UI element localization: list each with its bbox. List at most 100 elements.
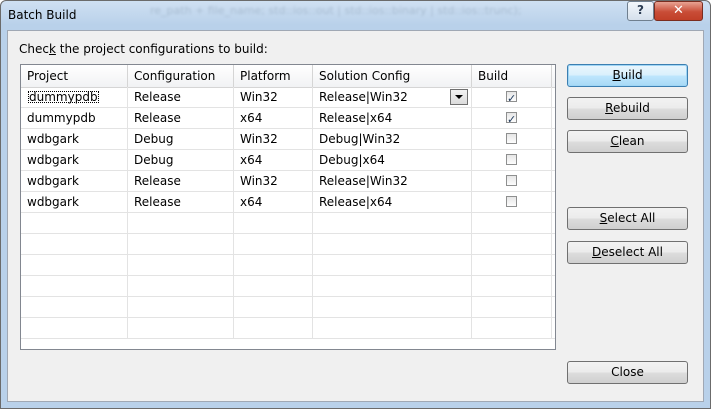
cell-build — [472, 129, 552, 150]
cell-project[interactable]: wdbgark — [21, 150, 128, 171]
cell-build — [472, 213, 552, 234]
solution-config-dropdown-arrow[interactable] — [450, 89, 468, 105]
empty-cell — [128, 318, 234, 339]
cell-project[interactable]: wdbgark — [21, 192, 128, 213]
table-row[interactable]: dummypdb Release x64 Release|x64 — [21, 108, 555, 130]
table-row[interactable]: wdbgark Debug x64 Debug|x64 — [21, 150, 555, 171]
cell-configuration[interactable]: Debug — [128, 150, 234, 171]
cell-solution-config[interactable]: Debug|x64 — [313, 150, 472, 171]
cell-solution-config[interactable]: Release|Win32 — [313, 171, 472, 192]
empty-cell — [313, 213, 472, 234]
cell-project[interactable]: dummypdb — [21, 87, 128, 108]
dialog-client-area: Check the project configurations to buil… — [7, 30, 704, 402]
header-solution-config[interactable]: Solution Config — [313, 65, 472, 87]
build-checkbox[interactable] — [506, 89, 517, 109]
background-code-blur: re_path + file_name; std::ios::out | std… — [150, 4, 522, 17]
empty-cell — [313, 255, 472, 276]
empty-table-row — [21, 318, 555, 339]
empty-cell — [234, 213, 313, 234]
cell-project[interactable]: wdbgark — [21, 171, 128, 192]
header-configuration[interactable]: Configuration — [128, 65, 234, 87]
configurations-grid: Project Configuration Platform Solution … — [20, 64, 556, 350]
empty-cell — [313, 276, 472, 297]
empty-cell — [128, 255, 234, 276]
empty-cell — [21, 213, 128, 234]
cell-platform[interactable]: Win32 — [234, 129, 313, 150]
empty-cell — [21, 255, 128, 276]
close-button[interactable]: Close — [567, 361, 688, 384]
build-checkbox[interactable] — [506, 133, 517, 144]
table-row[interactable]: wdbgark Debug Win32 Debug|Win32 — [21, 129, 555, 150]
empty-cell — [128, 213, 234, 234]
empty-cell — [21, 318, 128, 339]
cell-build — [472, 297, 552, 318]
instruction-label: Check the project configurations to buil… — [19, 42, 268, 56]
cell-build — [472, 150, 552, 171]
cell-configuration[interactable]: Debug — [128, 129, 234, 150]
cell-platform[interactable]: Win32 — [234, 171, 313, 192]
focused-cell-text: dummypdb — [27, 90, 99, 104]
build-checkbox[interactable] — [506, 175, 517, 186]
empty-cell — [128, 276, 234, 297]
empty-cell — [313, 318, 472, 339]
cell-solution-config[interactable]: Release|x64 — [313, 108, 472, 129]
cell-build — [472, 234, 552, 255]
empty-cell — [234, 255, 313, 276]
cell-build — [472, 255, 552, 276]
grid-header: Project Configuration Platform Solution … — [21, 65, 555, 88]
empty-cell — [313, 234, 472, 255]
header-build[interactable]: Build — [472, 65, 552, 87]
empty-cell — [313, 297, 472, 318]
cell-platform[interactable]: x64 — [234, 192, 313, 213]
build-checkbox[interactable] — [506, 196, 517, 207]
window-title: Batch Build — [8, 8, 77, 22]
cell-platform[interactable]: Win32 — [234, 87, 313, 108]
cell-solution-config[interactable]: Debug|Win32 — [313, 129, 472, 150]
cell-build — [472, 87, 552, 109]
cell-build — [472, 171, 552, 192]
header-project[interactable]: Project — [21, 65, 128, 87]
header-platform[interactable]: Platform — [234, 65, 313, 87]
cell-solution-config[interactable]: Release|x64 — [313, 192, 472, 213]
help-button[interactable]: ? — [627, 1, 654, 21]
table-row[interactable]: dummypdb Release Win32 Release|Win32 — [21, 87, 555, 109]
cell-configuration[interactable]: Release — [128, 192, 234, 213]
empty-cell — [234, 318, 313, 339]
empty-cell — [234, 297, 313, 318]
table-row[interactable]: wdbgark Release Win32 Release|Win32 — [21, 171, 555, 192]
clean-button[interactable]: Clean — [567, 130, 688, 153]
empty-cell — [21, 234, 128, 255]
cell-solution-config[interactable]: Release|Win32 — [313, 87, 472, 108]
cell-project[interactable]: wdbgark — [21, 129, 128, 150]
empty-cell — [128, 297, 234, 318]
cell-build — [472, 276, 552, 297]
build-checkbox[interactable] — [506, 154, 517, 165]
cell-configuration[interactable]: Release — [128, 87, 234, 108]
empty-table-row — [21, 234, 555, 255]
empty-table-row — [21, 276, 555, 297]
cell-platform[interactable]: x64 — [234, 150, 313, 171]
cell-project[interactable]: dummypdb — [21, 108, 128, 129]
cell-configuration[interactable]: Release — [128, 108, 234, 129]
rebuild-button[interactable]: Rebuild — [567, 97, 688, 120]
cell-configuration[interactable]: Release — [128, 171, 234, 192]
select-all-button[interactable]: Select All — [567, 207, 688, 230]
build-checkbox[interactable] — [506, 110, 517, 130]
close-window-button[interactable]: ✕ — [654, 1, 703, 21]
table-row[interactable]: wdbgark Release x64 Release|x64 — [21, 192, 555, 213]
empty-table-row — [21, 255, 555, 276]
empty-cell — [234, 234, 313, 255]
build-button[interactable]: Build — [567, 64, 688, 87]
empty-cell — [21, 276, 128, 297]
cell-build — [472, 192, 552, 213]
deselect-all-button[interactable]: Deselect All — [567, 241, 688, 264]
empty-table-row — [21, 297, 555, 318]
empty-cell — [234, 276, 313, 297]
cell-platform[interactable]: x64 — [234, 108, 313, 129]
cell-build — [472, 108, 552, 130]
title-bar: Batch Build re_path + file_name; std::io… — [0, 0, 711, 30]
empty-table-row — [21, 213, 555, 234]
empty-cell — [21, 297, 128, 318]
cell-build — [472, 318, 552, 339]
empty-cell — [128, 234, 234, 255]
